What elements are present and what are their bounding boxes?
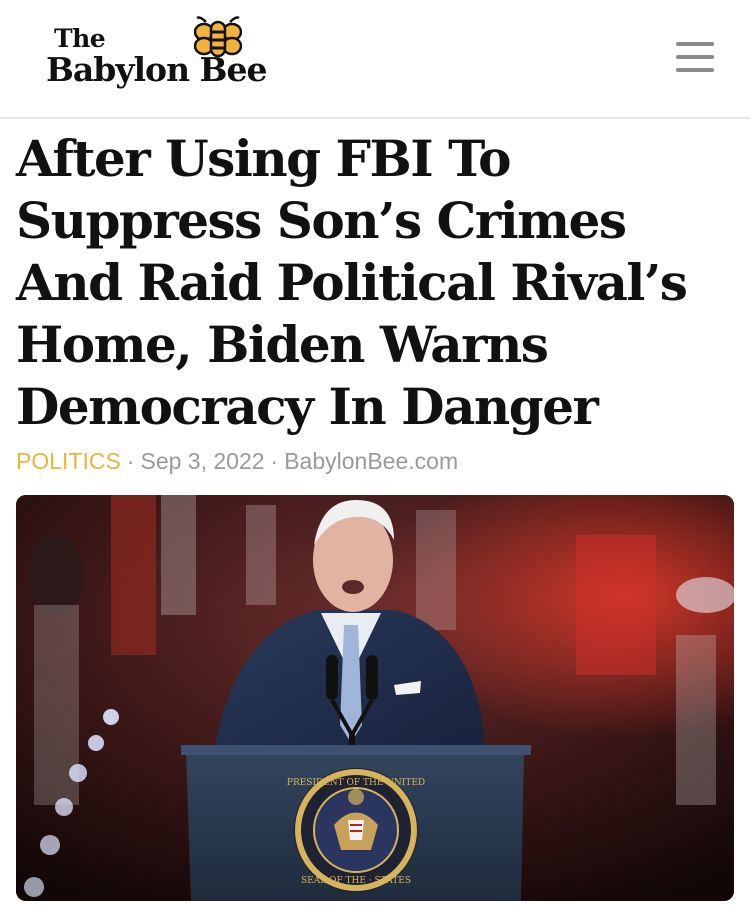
- meta-separator: ·: [126, 448, 135, 474]
- site-header: The Babylon Bee: [0, 0, 750, 119]
- article-photo[interactable]: PRESIDENT OF THE UNITED SEAL OF THE · ST…: [16, 495, 734, 901]
- meta-separator: ·: [270, 448, 279, 474]
- category-link[interactable]: POLITICS: [16, 448, 121, 474]
- logo-name-text: Babylon Bee: [46, 50, 267, 89]
- photo-illustration: PRESIDENT OF THE UNITED SEAL OF THE · ST…: [16, 495, 734, 901]
- menu-bar: [676, 55, 714, 59]
- article-source: BabylonBee.com: [284, 448, 459, 474]
- article-date: Sep 3, 2022: [140, 448, 265, 474]
- menu-bar: [676, 68, 714, 72]
- menu-bar: [676, 42, 714, 46]
- seal-text-bottom: SEAL OF THE · STATES: [301, 876, 411, 886]
- site-logo[interactable]: The Babylon Bee: [46, 14, 316, 104]
- logo-the-text: The: [54, 24, 106, 53]
- article-meta: POLITICS · Sep 3, 2022 · BabylonBee.com: [16, 448, 458, 475]
- seal-text-top: PRESIDENT OF THE UNITED: [287, 778, 425, 788]
- hamburger-menu-icon[interactable]: [676, 41, 714, 73]
- article-headline[interactable]: After Using FBI To Suppress Son’s Crimes…: [0, 128, 750, 438]
